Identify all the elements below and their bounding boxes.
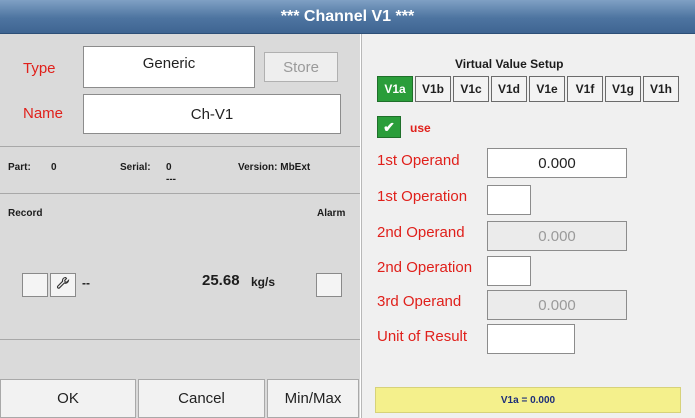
tab-v1e[interactable]: V1e xyxy=(529,76,565,102)
window-title-bar: *** Channel V1 *** xyxy=(0,0,695,34)
tab-v1g[interactable]: V1g xyxy=(605,76,641,102)
result-text: V1a = 0.000 xyxy=(500,394,556,406)
tab-label: V1c xyxy=(460,82,482,96)
alarm-label: Alarm xyxy=(317,208,346,219)
serial-value: 0 xyxy=(166,162,172,173)
record-label: Record xyxy=(8,208,43,219)
unit-label: Unit of Result xyxy=(377,328,468,345)
settings-button[interactable] xyxy=(50,273,76,297)
oper2-label: 2nd Operation xyxy=(377,259,473,276)
ok-button[interactable]: OK xyxy=(0,379,136,418)
store-button[interactable]: Store xyxy=(264,52,338,82)
tab-label: V1a xyxy=(384,82,406,96)
value-tabs: V1a V1b V1c V1d V1e V1f V1g V1h xyxy=(377,76,679,102)
op2-field[interactable]: 0.000 xyxy=(487,221,627,251)
type-value: Generic xyxy=(142,55,196,72)
tab-label: V1h xyxy=(649,82,672,96)
reading-unit: kg/s xyxy=(251,275,276,289)
tab-v1a[interactable]: V1a xyxy=(377,76,413,102)
op1-value: 0.000 xyxy=(538,154,576,172)
oper2-field[interactable] xyxy=(487,256,531,286)
oper1-label: 1st Operation xyxy=(377,188,468,205)
tab-label: V1d xyxy=(497,82,520,96)
serial-sub: --- xyxy=(166,174,176,185)
version-label: Version: MbExt xyxy=(238,162,311,173)
name-label: Name xyxy=(23,105,64,122)
divider xyxy=(0,193,360,194)
checkmark-icon: ✔ xyxy=(383,118,395,135)
op3-label: 3rd Operand xyxy=(377,293,462,310)
cancel-button[interactable]: Cancel xyxy=(138,379,265,418)
tab-label: V1b xyxy=(421,82,444,96)
op1-field[interactable]: 0.000 xyxy=(487,148,627,178)
op2-value: 0.000 xyxy=(538,227,576,245)
wrench-icon xyxy=(56,276,70,295)
tab-v1h[interactable]: V1h xyxy=(643,76,679,102)
section-title: Virtual Value Setup xyxy=(455,57,564,71)
type-field[interactable]: Generic xyxy=(83,46,255,88)
store-button-label: Store xyxy=(283,58,319,76)
ok-button-label: OK xyxy=(57,390,79,407)
reading-value: 25.68 xyxy=(202,272,240,289)
op3-field[interactable]: 0.000 xyxy=(487,290,627,320)
oper1-field[interactable] xyxy=(487,185,531,215)
window-title: *** Channel V1 *** xyxy=(280,7,415,25)
name-field[interactable]: Ch-V1 xyxy=(83,94,341,134)
minmax-button[interactable]: Min/Max xyxy=(267,379,359,418)
op1-label: 1st Operand xyxy=(377,152,460,169)
left-panel xyxy=(0,34,360,418)
tab-v1b[interactable]: V1b xyxy=(415,76,451,102)
cancel-button-label: Cancel xyxy=(178,390,225,407)
result-bar: V1a = 0.000 xyxy=(375,387,681,413)
reading-prefix: -- xyxy=(82,276,90,290)
tab-label: V1f xyxy=(575,82,595,96)
op3-value: 0.000 xyxy=(538,296,576,314)
minmax-button-label: Min/Max xyxy=(284,390,342,407)
tab-v1f[interactable]: V1f xyxy=(567,76,603,102)
tab-label: V1g xyxy=(611,82,634,96)
tab-label: V1e xyxy=(536,82,558,96)
part-label: Part: xyxy=(8,162,31,173)
name-value: Ch-V1 xyxy=(190,105,234,123)
op2-label: 2nd Operand xyxy=(377,224,465,241)
divider xyxy=(0,339,360,340)
divider xyxy=(0,146,360,147)
record-button[interactable] xyxy=(22,273,48,297)
serial-label: Serial: xyxy=(120,162,151,173)
unit-field[interactable] xyxy=(487,324,575,354)
use-label: use xyxy=(410,121,431,135)
part-value: 0 xyxy=(51,162,57,173)
tab-v1c[interactable]: V1c xyxy=(453,76,489,102)
type-label: Type xyxy=(23,60,56,77)
alarm-button[interactable] xyxy=(316,273,342,297)
tab-v1d[interactable]: V1d xyxy=(491,76,527,102)
use-checkbox[interactable]: ✔ xyxy=(377,116,401,138)
